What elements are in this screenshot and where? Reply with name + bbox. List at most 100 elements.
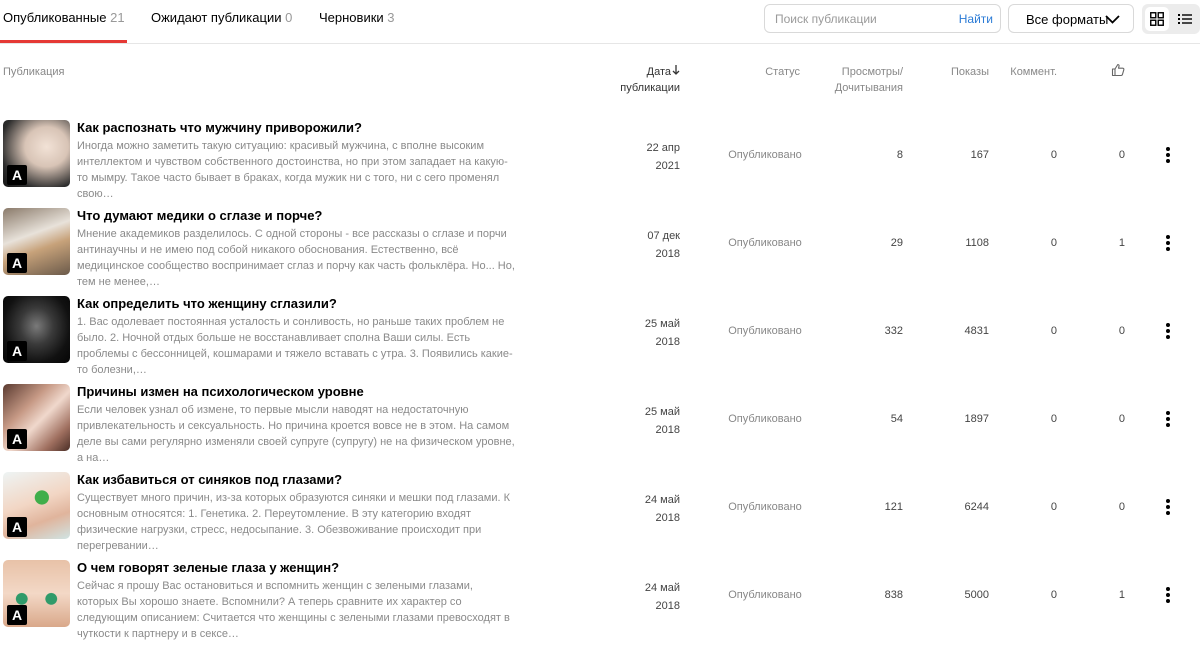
format-select-label: Все форматы — [1026, 12, 1109, 27]
shows-count: 6244 — [964, 501, 989, 513]
grid-view-button[interactable] — [1145, 7, 1169, 31]
comments-count: 0 — [1050, 589, 1057, 601]
column-header-status: Статус — [765, 66, 800, 78]
column-header-comments[interactable]: Коммент. — [1000, 64, 1057, 80]
article-badge: A — [7, 341, 27, 361]
publication-date: 24 май 2018 — [620, 491, 680, 527]
publication-date-day: 07 дек — [647, 230, 680, 242]
publication-excerpt: Существует много причин, из-за которых о… — [77, 492, 510, 552]
publication-date-day: 25 май — [644, 318, 680, 330]
table-row[interactable]: A Причины измен на психологическом уровн… — [0, 384, 1200, 472]
tab-count: 21 — [110, 10, 125, 25]
thumbnail-image: A — [3, 296, 70, 363]
comments-count: 0 — [1050, 325, 1057, 337]
column-header-shows[interactable]: Показы — [900, 64, 989, 80]
more-menu-icon[interactable] — [1159, 233, 1177, 253]
tab-count: 3 — [387, 10, 395, 25]
column-header-date[interactable]: Дата публикации — [600, 64, 680, 96]
publication-date: 25 май 2018 — [620, 315, 680, 351]
more-menu-icon[interactable] — [1159, 497, 1177, 517]
column-header-views[interactable]: Просмотры/ Дочитывания — [800, 64, 903, 96]
publication-title[interactable]: О чем говорят зеленые глаза у женщин? — [77, 560, 339, 575]
comments-count: 0 — [1050, 237, 1057, 249]
chevron-down-icon — [1105, 15, 1120, 24]
publication-excerpt: Мнение академиков разделилось. С одной с… — [77, 228, 515, 288]
table-row[interactable]: A Как определить что женщину сглазили? 1… — [0, 296, 1200, 384]
publication-date-year: 2018 — [655, 512, 680, 524]
search-button[interactable]: Найти — [959, 12, 993, 26]
thumbnail-image: A — [3, 384, 70, 451]
thumbnail-image: A — [3, 472, 70, 539]
table-row[interactable]: A О чем говорят зеленые глаза у женщин? … — [0, 560, 1200, 648]
comments-count: 0 — [1050, 501, 1057, 513]
format-select[interactable]: Все форматы — [1008, 4, 1134, 33]
list-icon — [1178, 14, 1192, 24]
publication-date: 07 дек 2018 — [620, 227, 680, 263]
publication-date-year: 2018 — [655, 248, 680, 260]
tab-pending[interactable]: Ожидают публикации 0 — [151, 10, 292, 25]
active-tab-indicator — [0, 40, 127, 43]
list-view-button[interactable] — [1173, 7, 1197, 31]
tab-drafts[interactable]: Черновики 3 — [319, 10, 395, 25]
views-count: 121 — [884, 501, 903, 513]
publication-title[interactable]: Как распознать что мужчину приворожили? — [77, 120, 362, 135]
views-count: 54 — [890, 413, 903, 425]
likes-count: 1 — [1118, 589, 1125, 601]
publication-title[interactable]: Как избавиться от синяков под глазами? — [77, 472, 342, 487]
tab-count: 0 — [285, 10, 293, 25]
column-header-date-line2: публикации — [620, 82, 680, 94]
tab-label: Черновики — [319, 10, 384, 25]
more-menu-icon[interactable] — [1159, 409, 1177, 429]
publication-date-day: 24 май — [644, 582, 680, 594]
views-count: 332 — [884, 325, 903, 337]
article-badge: A — [7, 429, 27, 449]
shows-count: 5000 — [964, 589, 989, 601]
publication-date-day: 25 май — [644, 406, 680, 418]
article-badge: A — [7, 517, 27, 537]
arrow-down-icon — [672, 65, 680, 75]
shows-count: 1897 — [964, 413, 989, 425]
more-menu-icon[interactable] — [1159, 145, 1177, 165]
publication-date-year: 2018 — [655, 336, 680, 348]
publication-date: 24 май 2018 — [620, 579, 680, 615]
publication-date-day: 24 май — [644, 494, 680, 506]
column-header-date-line1: Дата — [646, 66, 671, 78]
article-badge: A — [7, 253, 27, 273]
publication-title[interactable]: Что думают медики о сглазе и порче? — [77, 208, 322, 223]
views-count: 838 — [884, 589, 903, 601]
thumbnail-image: A — [3, 120, 70, 187]
article-badge: A — [7, 165, 27, 185]
table-row[interactable]: A Как распознать что мужчину приворожили… — [0, 120, 1200, 208]
view-toggle — [1142, 4, 1200, 34]
tab-published[interactable]: Опубликованные 21 — [3, 10, 125, 25]
more-menu-icon[interactable] — [1159, 585, 1177, 605]
tab-label: Ожидают публикации — [151, 10, 282, 25]
publication-date-year: 2018 — [655, 600, 680, 612]
shows-count: 167 — [970, 149, 989, 161]
table-row[interactable]: A Как избавиться от синяков под глазами?… — [0, 472, 1200, 560]
comments-count: 0 — [1050, 413, 1057, 425]
likes-count: 1 — [1118, 237, 1125, 249]
column-header-views-line1: Просмотры/ — [841, 66, 903, 78]
publication-date: 25 май 2018 — [620, 403, 680, 439]
column-header-publication: Публикация — [3, 66, 65, 78]
likes-count: 0 — [1118, 325, 1125, 337]
publication-excerpt: Сейчас я прошу Вас остановиться и вспомн… — [77, 580, 510, 640]
publication-title[interactable]: Как определить что женщину сглазили? — [77, 296, 337, 311]
publication-date: 22 апр 2021 — [620, 139, 680, 175]
search-input[interactable] — [775, 11, 945, 27]
thumbnail-image: A — [3, 560, 70, 627]
grid-icon — [1150, 12, 1164, 26]
search-box: Найти — [764, 4, 1001, 33]
tab-label: Опубликованные — [3, 10, 107, 25]
publication-title[interactable]: Причины измен на психологическом уровне — [77, 384, 364, 399]
likes-count: 0 — [1118, 149, 1125, 161]
thumbs-up-icon[interactable] — [1111, 63, 1125, 77]
table-row[interactable]: A Что думают медики о сглазе и порче? Мн… — [0, 208, 1200, 296]
shows-count: 4831 — [964, 325, 989, 337]
thumbnail-image: A — [3, 208, 70, 275]
publication-excerpt: Если человек узнал об измене, то первые … — [77, 404, 515, 464]
publication-date-year: 2018 — [655, 424, 680, 436]
more-menu-icon[interactable] — [1159, 321, 1177, 341]
shows-count: 1108 — [965, 237, 989, 249]
